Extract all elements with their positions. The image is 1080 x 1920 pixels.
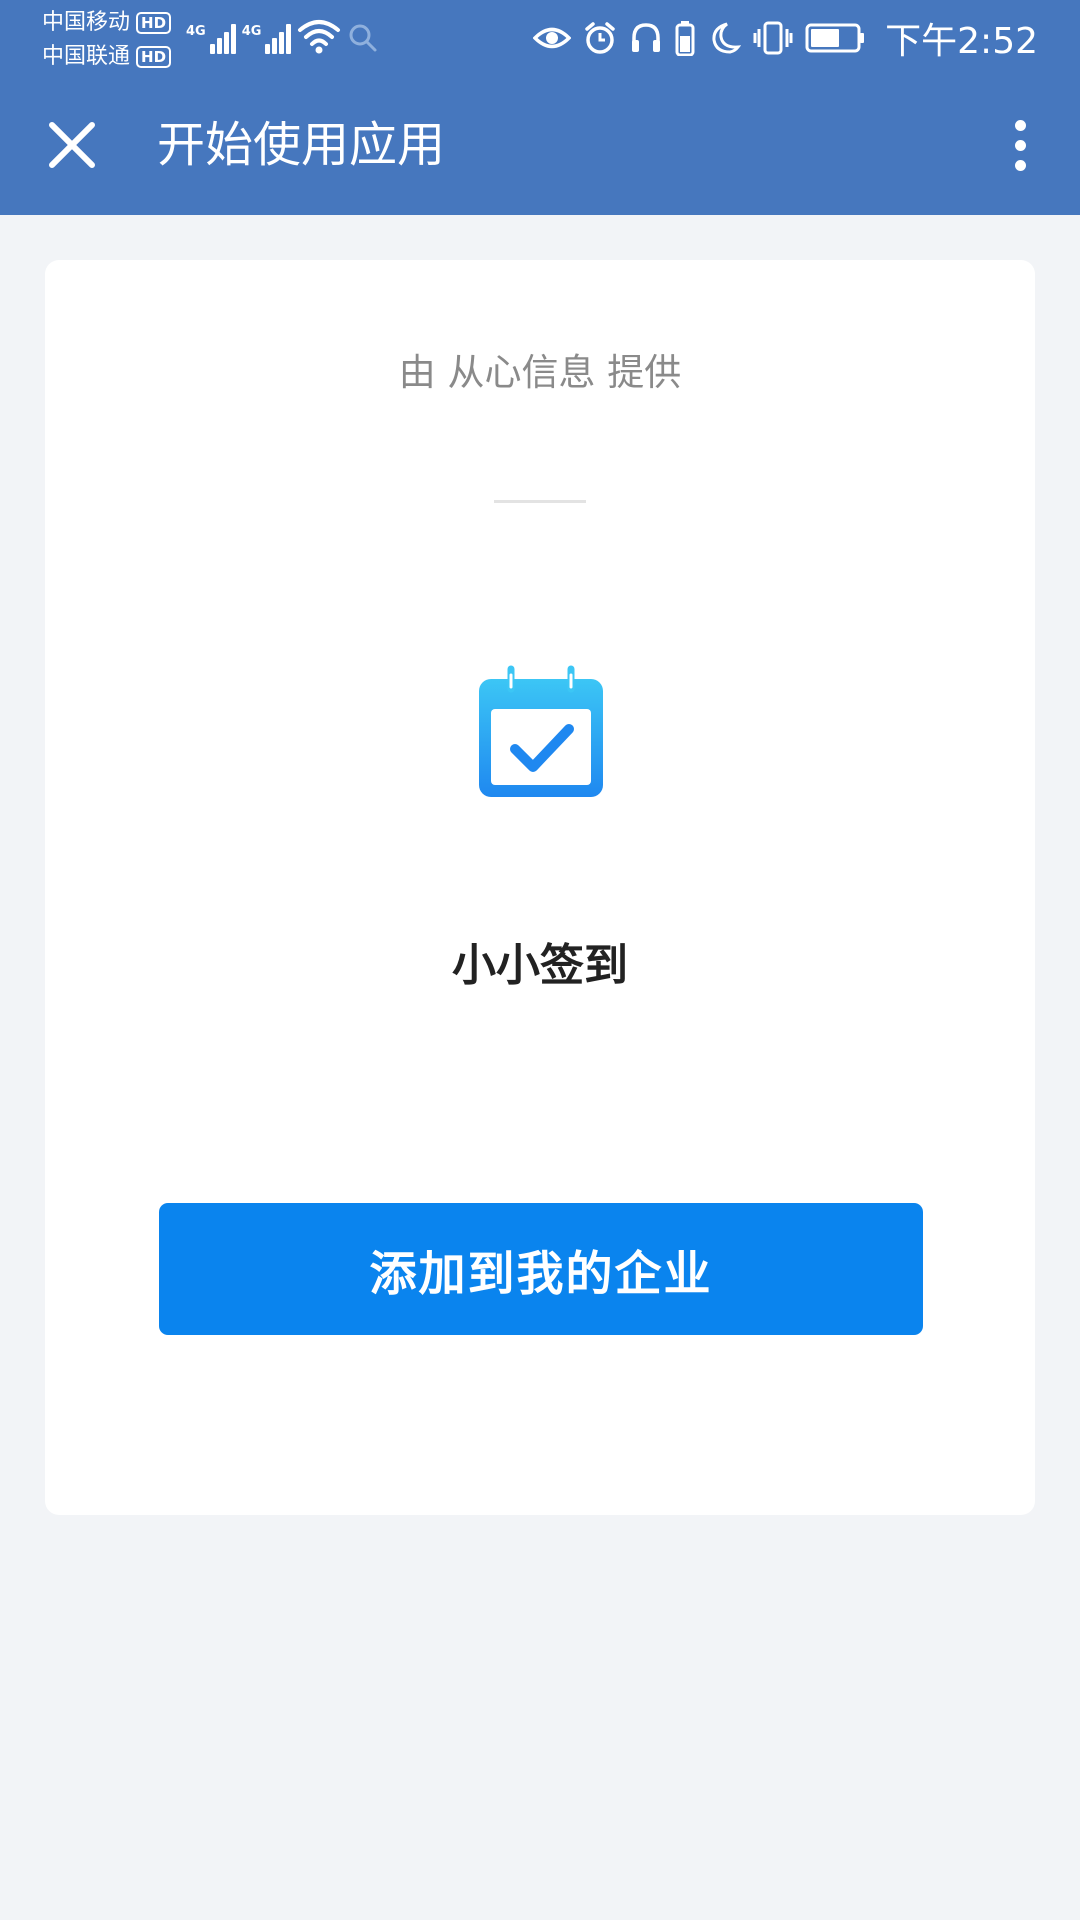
battery-icon	[805, 23, 865, 53]
carrier-2-label: 中国联通	[42, 44, 131, 69]
divider	[494, 500, 586, 503]
close-button[interactable]	[40, 113, 104, 177]
battery-saver-icon	[675, 21, 695, 56]
clock-time: 下午2:52	[885, 21, 1038, 62]
moon-icon	[712, 22, 742, 54]
signal-indicators: 4G 4G	[186, 14, 379, 54]
more-options-button[interactable]	[994, 111, 1046, 179]
hd-badge: HD	[136, 12, 172, 34]
hd-badge: HD	[136, 46, 172, 68]
status-bar: 中国移动 HD 中国联通 HD 4G 4G 下午2:52	[0, 0, 1080, 75]
more-vertical-icon	[1014, 119, 1026, 131]
provider-text: 由 从心信息 提供	[398, 351, 682, 394]
app-bar: 开始使用应用	[0, 95, 1080, 195]
top-header: 中国移动 HD 中国联通 HD 4G 4G 下午2:52 开始使用应用	[0, 0, 1080, 215]
status-icons: 下午2:52	[533, 14, 1038, 62]
carrier-1-label: 中国移动	[42, 10, 131, 35]
signal-icon: 4G	[242, 24, 292, 54]
page-title: 开始使用应用	[157, 117, 446, 173]
app-info-card: 由 从心信息 提供 小小签到 添加到我的企业	[45, 260, 1035, 1515]
app-name: 小小签到	[452, 940, 628, 991]
calendar-check-icon	[479, 665, 603, 797]
close-icon	[49, 122, 95, 168]
add-to-enterprise-button[interactable]: 添加到我的企业	[159, 1203, 923, 1335]
carrier-info: 中国移动 HD 中国联通 HD	[42, 6, 172, 74]
eye-icon	[533, 27, 572, 49]
headphones-icon	[632, 23, 661, 52]
search-icon	[349, 24, 377, 52]
alarm-icon	[585, 22, 615, 54]
signal-icon: 4G	[186, 24, 236, 54]
wifi-icon	[298, 20, 341, 54]
vibrate-icon	[753, 21, 793, 55]
